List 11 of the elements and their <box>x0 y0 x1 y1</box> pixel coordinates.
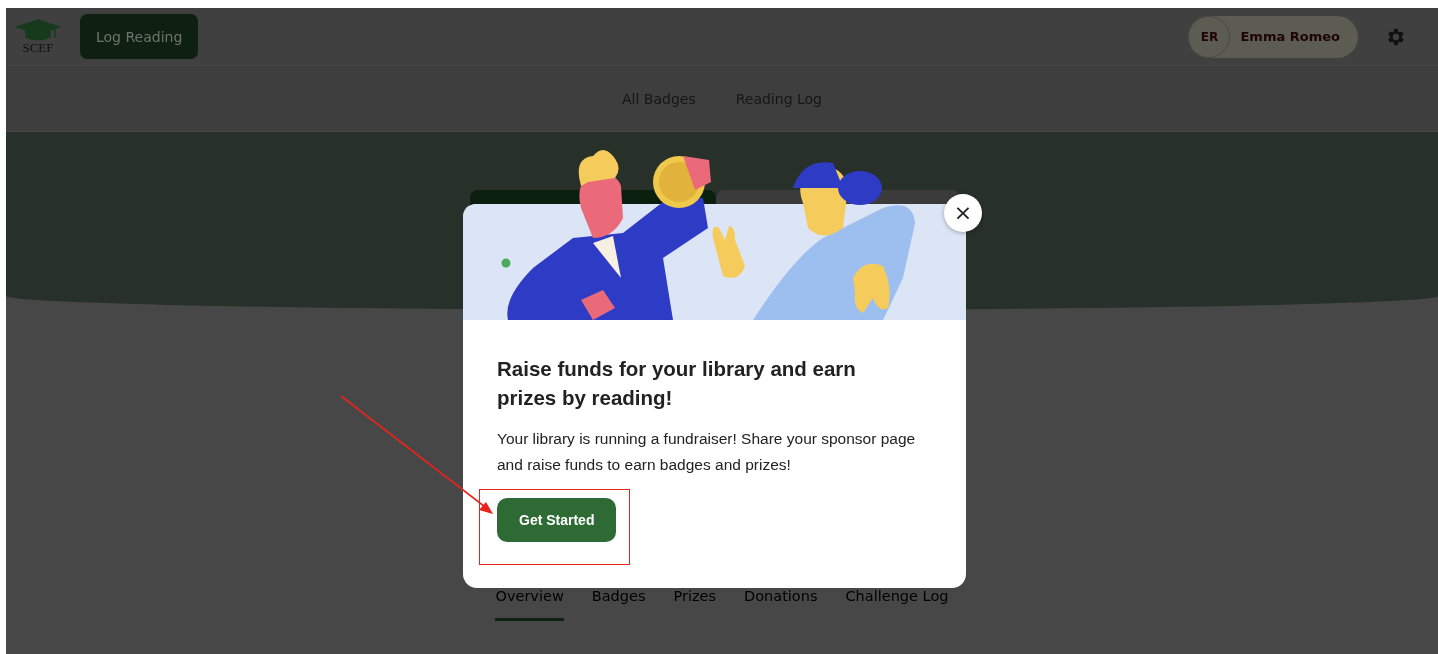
tab[interactable]: Challenge Log <box>845 588 949 621</box>
modal-text: Your library is running a fundraiser! Share your sponsor page and raise funds to earn badges and prizes! <box>497 429 917 475</box>
get-started-button[interactable]: Get Started <box>497 498 617 542</box>
user-pill[interactable]: ER Emma Romeo <box>1188 15 1358 58</box>
tab[interactable]: Prizes <box>673 588 717 621</box>
modal-title: Raise funds for your library and earn prizes by reading! <box>497 356 857 411</box>
user-name: Emma Romeo <box>1240 29 1340 44</box>
tab[interactable]: Badges <box>591 588 646 621</box>
tab[interactable]: Donations <box>744 588 818 621</box>
graduation-cap-icon <box>16 19 60 41</box>
log-reading-button[interactable]: Log Reading <box>80 14 199 59</box>
